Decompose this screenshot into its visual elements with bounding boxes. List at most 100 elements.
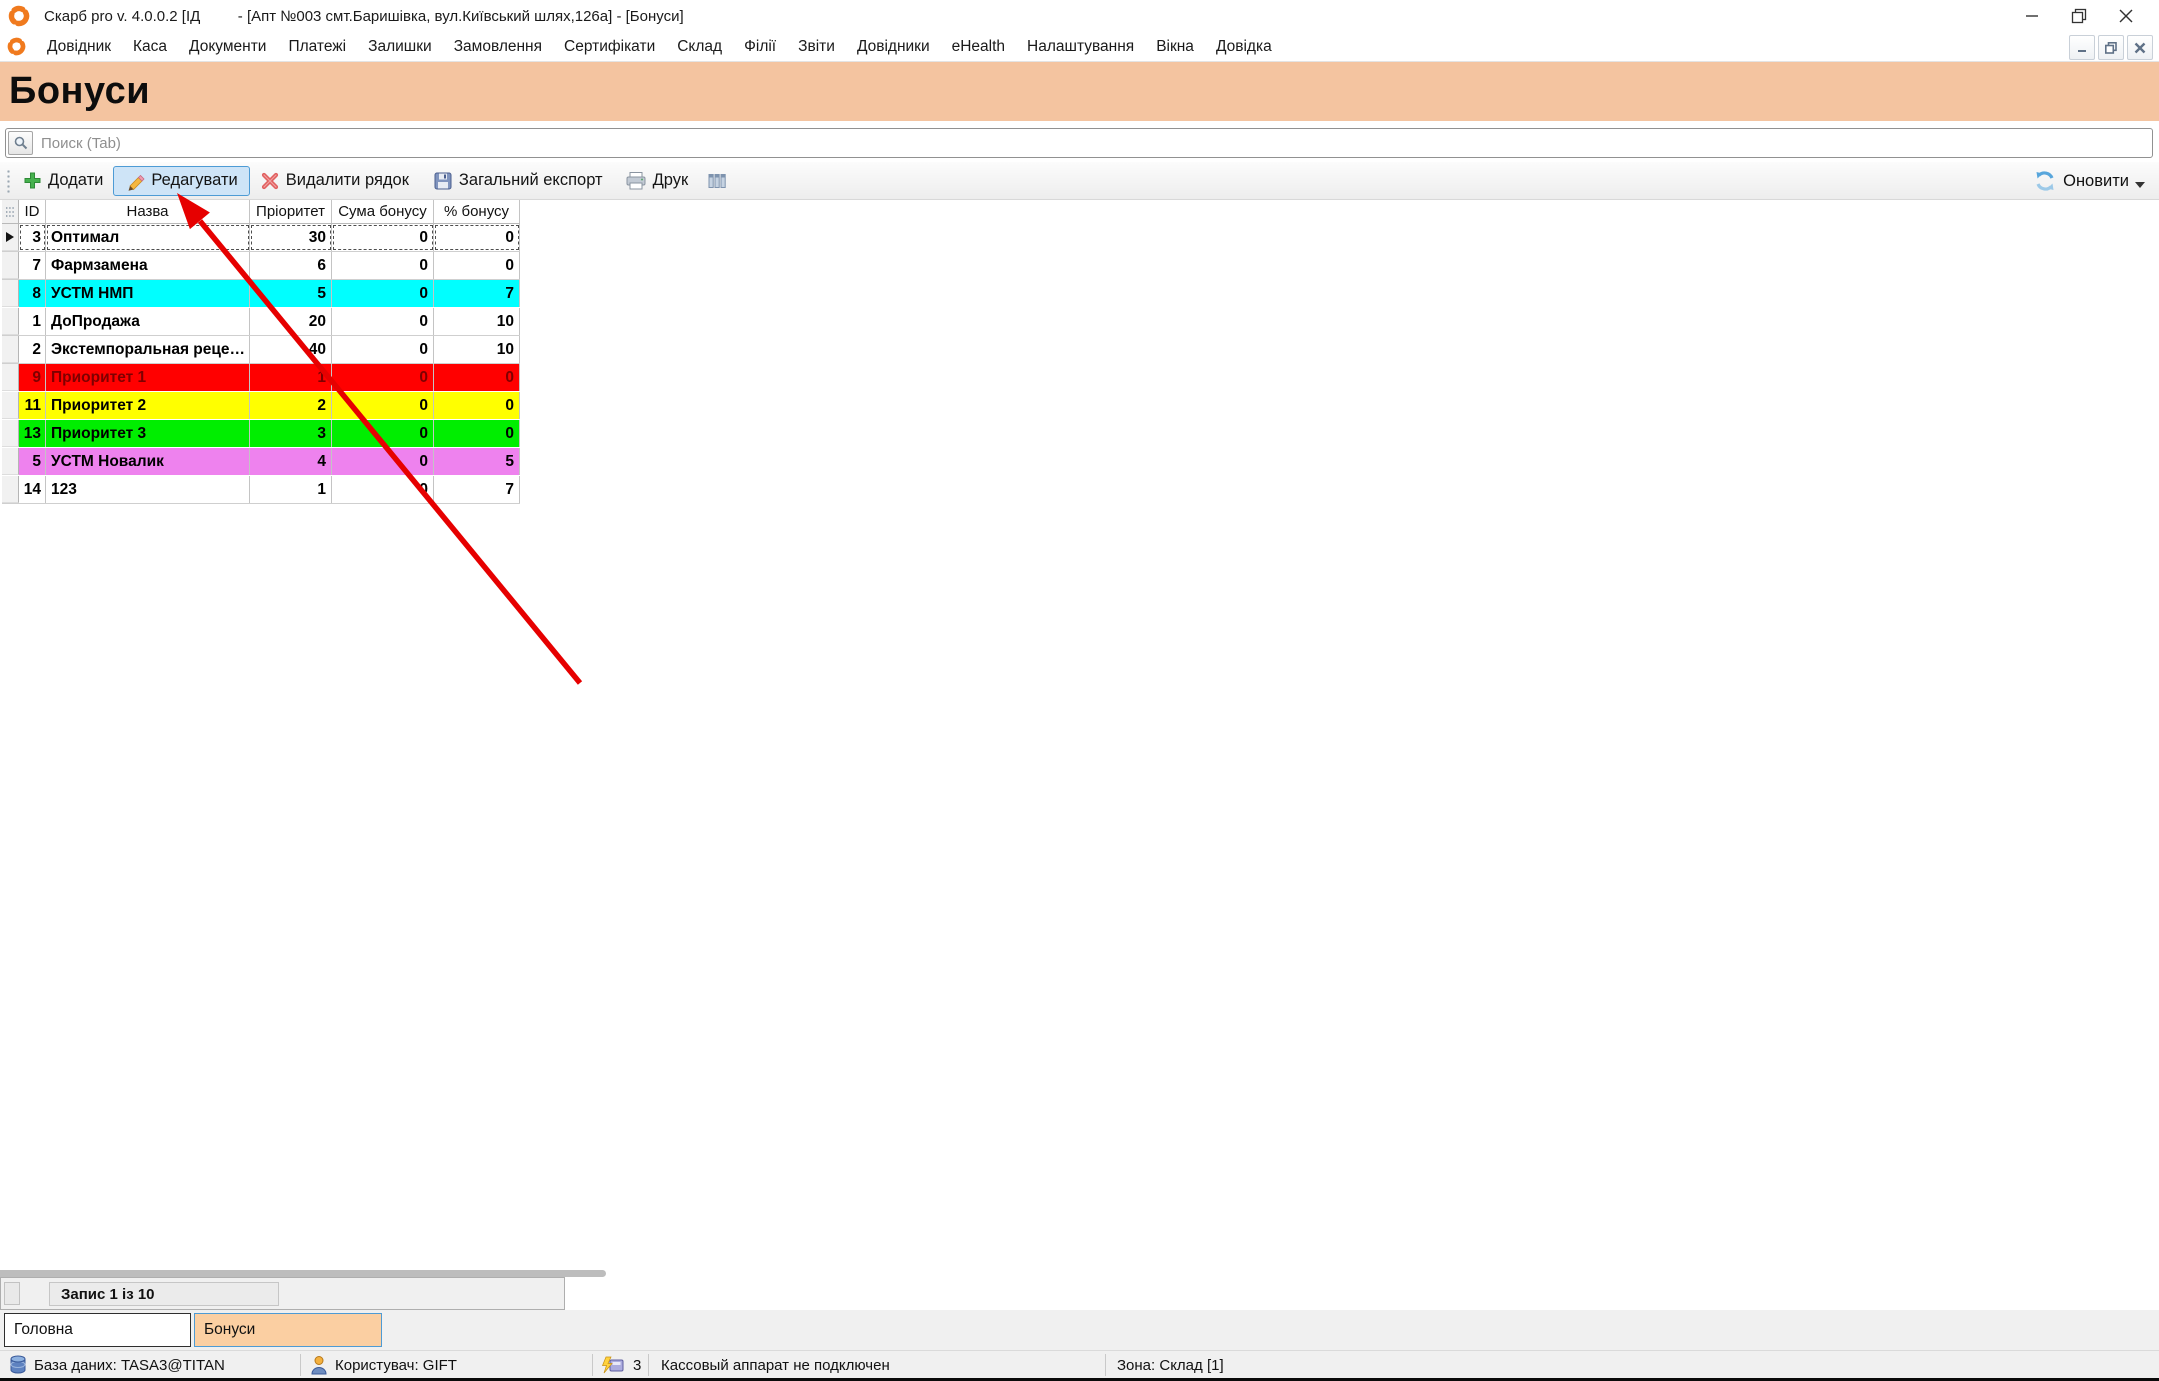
- cell-sum[interactable]: 0: [332, 224, 434, 251]
- record-navigator-handle[interactable]: [4, 1282, 20, 1305]
- menu-item[interactable]: Довідник: [36, 34, 122, 60]
- table-row[interactable]: 7 Фармзамена 6 0 0: [2, 252, 520, 280]
- menu-item[interactable]: Каса: [122, 34, 178, 60]
- cell-id[interactable]: 7: [19, 252, 46, 279]
- table-row[interactable]: 8 УСТМ НМП 5 0 7: [2, 280, 520, 308]
- cell-priority[interactable]: 1: [250, 476, 332, 503]
- cell-sum[interactable]: 0: [332, 364, 434, 391]
- menu-item[interactable]: Платежі: [277, 34, 357, 60]
- cell-name[interactable]: Приоритет 2: [46, 392, 250, 419]
- cell-percent[interactable]: 7: [434, 476, 520, 503]
- cell-percent[interactable]: 0: [434, 364, 520, 391]
- cell-percent[interactable]: 0: [434, 252, 520, 279]
- menu-item[interactable]: Філії: [733, 34, 787, 60]
- table-row[interactable]: 5 УСТМ Новалик 4 0 5: [2, 448, 520, 476]
- window-tab[interactable]: Головна: [4, 1313, 191, 1347]
- mdi-close-button[interactable]: [2127, 35, 2153, 60]
- mdi-minimize-button[interactable]: [2069, 35, 2095, 60]
- cell-percent[interactable]: 0: [434, 392, 520, 419]
- cell-sum[interactable]: 0: [332, 420, 434, 447]
- cell-priority[interactable]: 40: [250, 336, 332, 363]
- row-selector-cell[interactable]: [2, 252, 19, 279]
- cell-priority[interactable]: 6: [250, 252, 332, 279]
- toolbar-grip[interactable]: [6, 169, 11, 193]
- cell-priority[interactable]: 3: [250, 420, 332, 447]
- menu-item[interactable]: Вікна: [1145, 34, 1205, 60]
- cell-priority[interactable]: 2: [250, 392, 332, 419]
- cell-id[interactable]: 2: [19, 336, 46, 363]
- menu-item[interactable]: Довідники: [846, 34, 941, 60]
- cell-name[interactable]: Приоритет 1: [46, 364, 250, 391]
- menu-item[interactable]: Налаштування: [1016, 34, 1145, 60]
- table-row[interactable]: 13 Приоритет 3 3 0 0: [2, 420, 520, 448]
- row-selector-cell[interactable]: [2, 336, 19, 363]
- cell-name[interactable]: УСТМ Новалик: [46, 448, 250, 475]
- cell-percent[interactable]: 0: [434, 224, 520, 251]
- add-button[interactable]: Додати: [17, 167, 109, 194]
- cell-priority[interactable]: 4: [250, 448, 332, 475]
- row-selector-cell[interactable]: [2, 308, 19, 335]
- row-selector-cell[interactable]: [2, 364, 19, 391]
- cell-sum[interactable]: 0: [332, 448, 434, 475]
- table-row[interactable]: 11 Приоритет 2 2 0 0: [2, 392, 520, 420]
- cell-priority[interactable]: 20: [250, 308, 332, 335]
- cell-id[interactable]: 9: [19, 364, 46, 391]
- cell-sum[interactable]: 0: [332, 252, 434, 279]
- cell-name[interactable]: Приоритет 3: [46, 420, 250, 447]
- menu-item[interactable]: Сертифікати: [553, 34, 666, 60]
- cell-priority[interactable]: 30: [250, 224, 332, 251]
- table-row[interactable]: 9 Приоритет 1 1 0 0: [2, 364, 520, 392]
- cell-id[interactable]: 8: [19, 280, 46, 307]
- edit-button[interactable]: Редагувати: [113, 166, 249, 196]
- menu-item[interactable]: Звіти: [787, 34, 846, 60]
- table-row[interactable]: 14 123 1 0 7: [2, 476, 520, 504]
- restore-button[interactable]: [2055, 0, 2102, 32]
- cell-percent[interactable]: 0: [434, 420, 520, 447]
- cell-id[interactable]: 3: [19, 224, 46, 251]
- column-header-priority[interactable]: Пріоритет: [250, 200, 332, 224]
- close-button[interactable]: [2102, 0, 2149, 32]
- row-selector-cell[interactable]: [2, 448, 19, 475]
- cell-name[interactable]: Оптимал: [46, 224, 250, 251]
- refresh-button[interactable]: Оновити: [2033, 162, 2145, 200]
- cell-sum[interactable]: 0: [332, 280, 434, 307]
- cell-name[interactable]: Экстемпоральная реце…: [46, 336, 250, 363]
- cell-percent[interactable]: 10: [434, 308, 520, 335]
- row-selector-cell[interactable]: [2, 280, 19, 307]
- search-icon[interactable]: [8, 131, 33, 155]
- cell-name[interactable]: ДоПродажа: [46, 308, 250, 335]
- menu-item[interactable]: Замовлення: [443, 34, 553, 60]
- column-header-sum[interactable]: Сума бонусу: [332, 200, 434, 224]
- cell-name[interactable]: 123: [46, 476, 250, 503]
- menu-item[interactable]: Залишки: [357, 34, 443, 60]
- search-input[interactable]: [33, 135, 2152, 152]
- cell-percent[interactable]: 7: [434, 280, 520, 307]
- column-header-percent[interactable]: % бонусу: [434, 200, 520, 224]
- row-selector-cell[interactable]: [2, 420, 19, 447]
- mdi-restore-button[interactable]: [2098, 35, 2124, 60]
- cell-id[interactable]: 5: [19, 448, 46, 475]
- table-row[interactable]: 1 ДоПродажа 20 0 10: [2, 308, 520, 336]
- export-button[interactable]: Загальний експорт: [427, 167, 609, 195]
- cell-id[interactable]: 14: [19, 476, 46, 503]
- cell-name[interactable]: УСТМ НМП: [46, 280, 250, 307]
- minimize-button[interactable]: [2008, 0, 2055, 32]
- cell-sum[interactable]: 0: [332, 392, 434, 419]
- column-chooser-icon[interactable]: [702, 169, 732, 193]
- column-header-id[interactable]: ID: [19, 200, 46, 224]
- cell-percent[interactable]: 5: [434, 448, 520, 475]
- delete-row-button[interactable]: Видалити рядок: [254, 167, 415, 195]
- cell-sum[interactable]: 0: [332, 476, 434, 503]
- row-selector-cell[interactable]: [2, 224, 19, 251]
- menu-item[interactable]: Склад: [666, 34, 733, 60]
- column-header-name[interactable]: Назва: [46, 200, 250, 224]
- table-row[interactable]: 3 Оптимал 30 0 0: [2, 224, 520, 252]
- row-selector-cell[interactable]: [2, 476, 19, 503]
- cell-sum[interactable]: 0: [332, 336, 434, 363]
- menu-item[interactable]: Довідка: [1205, 34, 1283, 60]
- cell-id[interactable]: 11: [19, 392, 46, 419]
- cell-sum[interactable]: 0: [332, 308, 434, 335]
- print-button[interactable]: Друк: [619, 167, 695, 195]
- cell-id[interactable]: 1: [19, 308, 46, 335]
- menu-item[interactable]: Документи: [178, 34, 277, 60]
